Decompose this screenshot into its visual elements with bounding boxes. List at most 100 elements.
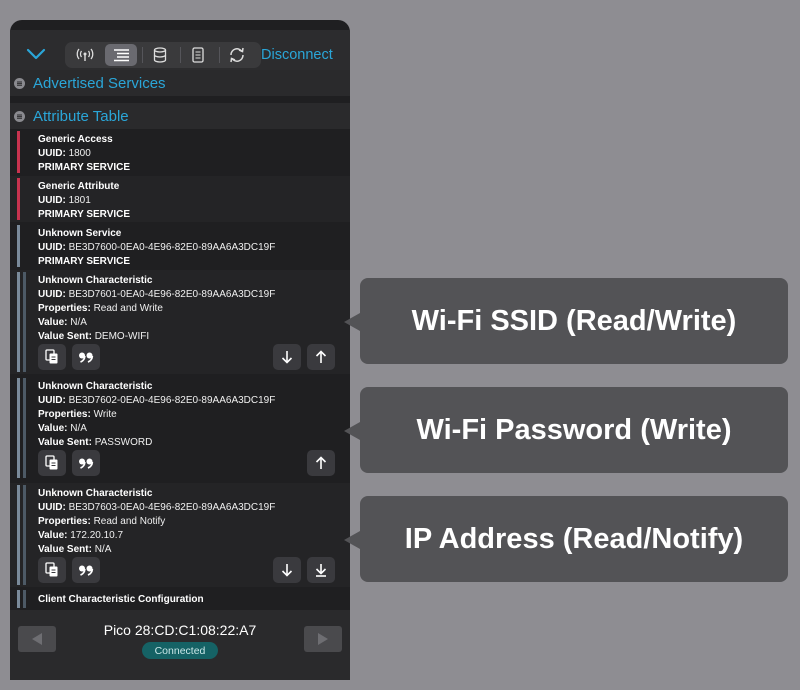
copy-button[interactable] bbox=[38, 450, 66, 476]
service-color-bar bbox=[17, 590, 20, 608]
characteristic-properties: Read and Notify bbox=[93, 516, 166, 527]
disconnect-button[interactable]: Disconnect bbox=[261, 47, 333, 63]
characteristic-actions bbox=[10, 450, 350, 480]
properties-label: Properties: bbox=[38, 516, 91, 527]
segment-advertisement[interactable] bbox=[69, 44, 101, 66]
device-footer: Pico 28:CD:C1:08:22:A7 Connected bbox=[10, 610, 350, 680]
characteristic-value: 172.20.10.7 bbox=[70, 530, 124, 541]
triangle-right-icon bbox=[318, 633, 328, 645]
callout-text: Wi-Fi SSID (Read/Write) bbox=[411, 304, 737, 337]
characteristic-uuid: BE3D7602-0EA0-4E96-82E0-89AA6A3DC19F bbox=[68, 395, 276, 406]
arrow-down-icon bbox=[281, 564, 293, 577]
quote-icon bbox=[79, 352, 94, 363]
service-color-bar bbox=[17, 178, 20, 220]
quote-icon bbox=[79, 565, 94, 576]
copy-button[interactable] bbox=[38, 344, 66, 370]
segment-divider bbox=[141, 47, 143, 63]
connection-status-badge: Connected bbox=[142, 642, 218, 659]
properties-label: Properties: bbox=[38, 303, 91, 314]
format-button[interactable] bbox=[72, 344, 100, 370]
service-name: Unknown Service bbox=[38, 228, 122, 239]
write-button[interactable] bbox=[307, 450, 335, 476]
characteristic-row[interactable]: Unknown Characteristic UUID: BE3D7602-0E… bbox=[10, 376, 350, 480]
characteristic-actions bbox=[10, 557, 350, 587]
format-button[interactable] bbox=[72, 450, 100, 476]
device-name: Pico 28:CD:C1:08:22:A7 bbox=[103, 622, 257, 638]
segment-log[interactable] bbox=[182, 44, 214, 66]
value-label: Value: bbox=[38, 423, 68, 434]
copy-icon bbox=[45, 562, 58, 577]
collapse-icon bbox=[14, 110, 25, 122]
copy-button[interactable] bbox=[38, 557, 66, 583]
uuid-label: UUID: bbox=[38, 289, 66, 300]
section-title: Attribute Table bbox=[33, 107, 129, 125]
characteristic-properties: Write bbox=[93, 409, 117, 420]
advertised-services-header[interactable]: Advertised Services bbox=[10, 70, 350, 96]
service-uuid: 1800 bbox=[68, 148, 91, 159]
segment-database[interactable] bbox=[144, 44, 176, 66]
segment-refresh[interactable] bbox=[221, 44, 253, 66]
service-type: PRIMARY SERVICE bbox=[38, 209, 131, 220]
characteristic-color-bar bbox=[23, 590, 26, 608]
service-name: Generic Attribute bbox=[38, 181, 120, 192]
characteristic-value-sent: PASSWORD bbox=[94, 437, 153, 448]
service-row[interactable]: Unknown Service UUID: BE3D7600-0EA0-4E96… bbox=[10, 223, 350, 269]
chevron-down-icon[interactable] bbox=[24, 44, 48, 64]
list-icon bbox=[113, 49, 129, 62]
characteristic-uuid: BE3D7601-0EA0-4E96-82E0-89AA6A3DC19F bbox=[68, 289, 276, 300]
descriptor-name: Client Characteristic Configuration bbox=[38, 594, 204, 605]
characteristic-value-sent: N/A bbox=[94, 544, 112, 555]
characteristic-name: Unknown Characteristic bbox=[38, 488, 153, 499]
arrow-up-icon bbox=[315, 350, 327, 363]
document-icon bbox=[192, 47, 204, 63]
descriptor-row[interactable]: Client Characteristic Configuration bbox=[10, 588, 350, 610]
characteristic-row[interactable]: Unknown Characteristic UUID: BE3D7601-0E… bbox=[10, 270, 350, 374]
write-button[interactable] bbox=[307, 344, 335, 370]
service-row[interactable]: Generic Attribute UUID: 1801 PRIMARY SER… bbox=[10, 176, 350, 222]
callout-ip-address: IP Address (Read/Notify) bbox=[344, 496, 788, 582]
read-button[interactable] bbox=[273, 557, 301, 583]
quote-icon bbox=[79, 458, 94, 469]
next-device-button[interactable] bbox=[304, 626, 342, 652]
value-label: Value: bbox=[38, 530, 68, 541]
value-sent-label: Value Sent: bbox=[38, 437, 92, 448]
characteristic-value: N/A bbox=[70, 423, 87, 434]
view-segmented-control bbox=[65, 42, 261, 68]
service-uuid: 1801 bbox=[68, 195, 91, 206]
device-panel: Disconnect Advertised Services Attribute… bbox=[10, 20, 350, 680]
service-row[interactable]: Generic Access UUID: 1800 PRIMARY SERVIC… bbox=[10, 129, 350, 175]
callout-text: Wi-Fi Password (Write) bbox=[416, 413, 732, 446]
characteristic-name: Unknown Characteristic bbox=[38, 275, 153, 286]
callout-pointer bbox=[344, 422, 360, 440]
service-color-bar bbox=[17, 225, 20, 267]
segment-attribute-table[interactable] bbox=[104, 44, 137, 66]
collapse-icon bbox=[14, 77, 25, 89]
characteristic-properties: Read and Write bbox=[93, 303, 163, 314]
characteristic-row[interactable]: Unknown Characteristic UUID: BE3D7603-0E… bbox=[10, 483, 350, 587]
copy-icon bbox=[45, 349, 58, 364]
database-icon bbox=[153, 47, 166, 63]
callout-password: Wi-Fi Password (Write) bbox=[344, 387, 788, 473]
refresh-icon bbox=[230, 47, 244, 63]
value-sent-label: Value Sent: bbox=[38, 331, 92, 342]
copy-icon bbox=[45, 455, 58, 470]
arrow-down-to-line-icon bbox=[315, 564, 327, 577]
uuid-label: UUID: bbox=[38, 502, 66, 513]
attribute-table-header[interactable]: Attribute Table bbox=[10, 103, 350, 129]
segment-divider bbox=[180, 47, 182, 63]
uuid-label: UUID: bbox=[38, 195, 66, 206]
service-name: Generic Access bbox=[38, 134, 113, 145]
callout-text: IP Address (Read/Notify) bbox=[404, 522, 744, 555]
segment-divider bbox=[219, 47, 221, 63]
callout-pointer bbox=[344, 531, 360, 549]
uuid-label: UUID: bbox=[38, 148, 66, 159]
arrow-up-icon bbox=[315, 456, 327, 469]
format-button[interactable] bbox=[72, 557, 100, 583]
characteristic-value-sent: DEMO-WIFI bbox=[94, 331, 150, 342]
characteristic-uuid: BE3D7603-0EA0-4E96-82E0-89AA6A3DC19F bbox=[68, 502, 276, 513]
notify-button[interactable] bbox=[307, 557, 335, 583]
uuid-label: UUID: bbox=[38, 242, 66, 253]
read-button[interactable] bbox=[273, 344, 301, 370]
section-title: Advertised Services bbox=[33, 74, 166, 92]
service-color-bar bbox=[17, 131, 20, 173]
